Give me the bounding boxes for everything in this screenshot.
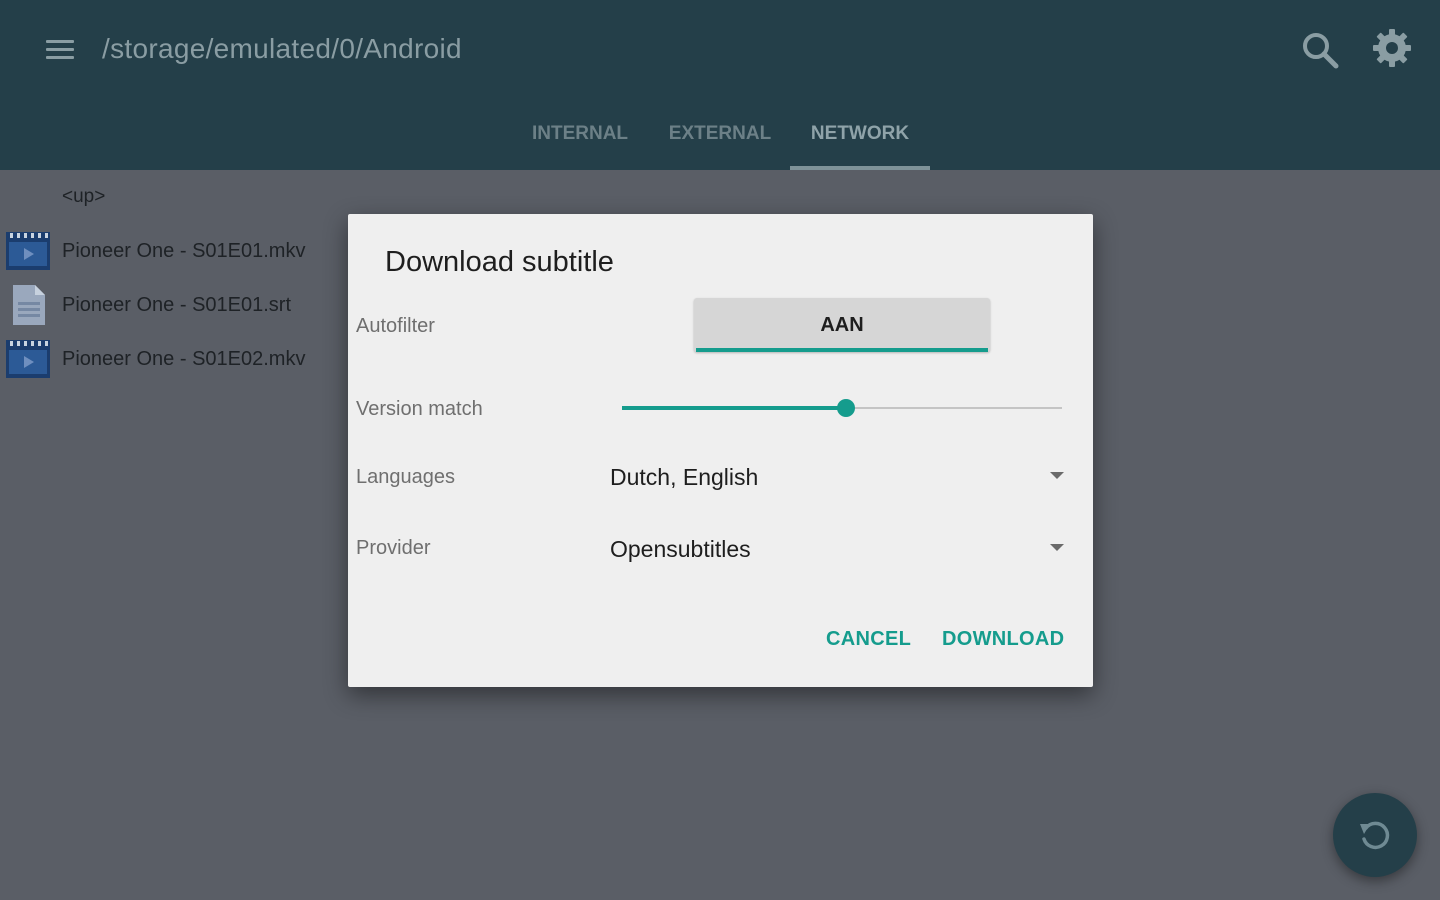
page-title: /storage/emulated/0/Android [102,33,462,64]
tab-network[interactable]: NETWORK [790,110,930,170]
download-button[interactable]: DOWNLOAD [942,628,1064,651]
menu-icon[interactable] [46,40,74,60]
app-bar: /storage/emulated/0/Android INTERNAL EXT… [0,0,1440,170]
file-name: Pioneer One - S01E01.srt [62,294,292,316]
tab-external[interactable]: EXTERNAL [658,110,782,170]
autofilter-value: AAN [820,314,864,336]
gear-icon[interactable] [1370,26,1414,70]
search-icon[interactable] [1298,28,1342,72]
tab-bar: INTERNAL EXTERNAL NETWORK [0,110,1440,170]
list-item[interactable]: Pioneer One - S01E02.mkv [0,334,340,388]
document-file-icon [5,284,51,326]
list-item[interactable]: Pioneer One - S01E01.srt [0,280,340,334]
tab-internal-label: INTERNAL [531,123,629,144]
tab-network-label: NETWORK [810,123,910,144]
languages-value: Dutch, English [610,464,759,490]
file-name: Pioneer One - S01E02.mkv [62,348,306,370]
languages-label: Languages [356,466,455,488]
chevron-down-icon [1050,544,1064,551]
cancel-button[interactable]: CANCEL [826,628,911,651]
file-list: <up> Pioneer One - S01E01.mkv Pioneer On… [0,172,340,388]
chevron-down-icon [1050,472,1064,479]
toggle-indicator [696,348,988,352]
version-match-slider[interactable] [622,396,1062,420]
slider-fill [622,406,847,410]
provider-label: Provider [356,537,431,559]
file-name: Pioneer One - S01E01.mkv [62,240,306,262]
autofilter-toggle[interactable]: AAN [694,298,990,352]
dialog-title: Download subtitle [385,246,614,278]
up-directory-label: <up> [62,186,106,207]
slider-thumb[interactable] [837,399,856,417]
provider-select[interactable]: Opensubtitles [610,526,1080,570]
video-file-icon [5,338,51,380]
list-item[interactable]: Pioneer One - S01E01.mkv [0,226,340,280]
tab-indicator [790,166,930,170]
tab-internal[interactable]: INTERNAL [520,110,640,170]
autofilter-label: Autofilter [356,315,435,337]
refresh-button[interactable] [1333,793,1417,877]
video-file-icon [5,230,51,272]
tab-external-label: EXTERNAL [668,123,772,144]
up-directory-item[interactable]: <up> [0,172,340,226]
download-subtitle-dialog: Download subtitle Autofilter AAN Version… [348,214,1093,687]
provider-value: Opensubtitles [610,536,751,562]
refresh-icon [1360,821,1390,850]
languages-select[interactable]: Dutch, English [610,454,1080,498]
version-match-label: Version match [356,398,483,420]
